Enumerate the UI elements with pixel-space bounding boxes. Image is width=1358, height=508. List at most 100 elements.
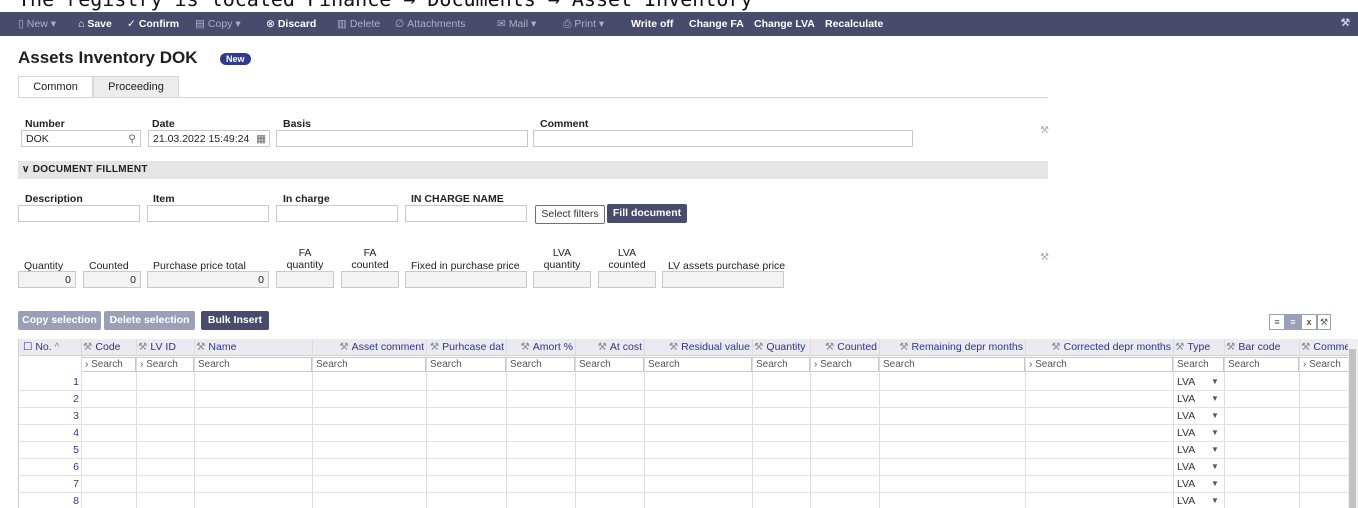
search-corrected[interactable]: › Search (1025, 357, 1173, 372)
search-name[interactable]: Search (194, 357, 312, 372)
dropdown-icon[interactable]: ▼ (1211, 374, 1219, 390)
table-row[interactable]: 3 LVA ▼ (19, 408, 1348, 425)
col-counted[interactable]: ⚒ Counted (810, 339, 879, 356)
in-charge-field[interactable] (276, 205, 398, 222)
scrollbar-thumb[interactable] (1349, 349, 1356, 508)
col-lv-id[interactable]: ⚒ LV ID (136, 339, 194, 356)
col-code[interactable]: ⚒ Code (81, 339, 136, 356)
tab-common[interactable]: Common (18, 76, 93, 98)
mail-button[interactable]: ✉ Mail ▾ (497, 18, 536, 30)
table-row[interactable]: 7 LVA ▼ (19, 476, 1348, 493)
dropdown-icon[interactable]: ▼ (1211, 493, 1219, 508)
search-counted[interactable]: › Search (810, 357, 879, 372)
type-select[interactable]: LVA ▼ (1173, 374, 1223, 390)
discard-button[interactable]: ⊗ Discard (266, 18, 316, 30)
table-row[interactable]: 4 LVA ▼ (19, 425, 1348, 442)
wrench-icon[interactable]: ⚒ (1341, 17, 1350, 29)
grid-view-icon[interactable]: ≡ (1285, 314, 1301, 330)
new-button[interactable]: ▯ New ▾ (18, 18, 56, 30)
type-select[interactable]: LVA ▼ (1173, 493, 1223, 508)
basis-field[interactable] (276, 130, 528, 147)
col-at-cost[interactable]: ⚒ At cost (575, 339, 644, 356)
col-quantity[interactable]: ⚒ Quantity (752, 339, 810, 356)
change-fa-button[interactable]: Change FA (689, 18, 744, 30)
recalculate-label: Recalculate (825, 18, 884, 30)
col-bar-code[interactable]: ⚒ Bar code (1224, 339, 1299, 356)
copy-selection-button[interactable]: Copy selection (18, 311, 101, 330)
dropdown-icon[interactable]: ▼ (1211, 425, 1219, 441)
search-lv-id[interactable]: › Search (136, 357, 194, 372)
change-lva-button[interactable]: Change LVA (754, 18, 815, 30)
search-amort[interactable]: Search (506, 357, 575, 372)
description-field[interactable] (18, 205, 140, 222)
checkbox-icon[interactable]: ☐ (23, 341, 32, 353)
attachments-button[interactable]: ∅ Attachments (395, 18, 466, 30)
dropdown-icon[interactable]: ▼ (1211, 442, 1219, 458)
table-row[interactable]: 2 LVA ▼ (19, 391, 1348, 408)
search-purchase-date[interactable]: Search (426, 357, 506, 372)
grid-scrollbar[interactable] (1348, 339, 1358, 508)
table-row[interactable]: 1 LVA ▼ (19, 374, 1348, 391)
wrench-icon[interactable]: ⚒ (1040, 125, 1049, 136)
date-value: 21.03.2022 15:49:24 (153, 133, 250, 145)
recalculate-button[interactable]: Recalculate (825, 18, 883, 30)
select-filters-button[interactable]: Select filters (535, 205, 605, 224)
search-remaining[interactable]: Search (879, 357, 1025, 372)
col-comment-label: Comme (1313, 341, 1348, 353)
delete-selection-button[interactable]: Delete selection (104, 311, 195, 330)
table-row[interactable]: 6 LVA ▼ (19, 459, 1348, 476)
col-comment[interactable]: ⚒ Comme (1299, 339, 1348, 356)
col-name[interactable]: ⚒ Name (194, 339, 312, 356)
wrench-icon[interactable]: ⚒ (1317, 314, 1331, 330)
date-field[interactable]: 21.03.2022 15:49:24 ▦ (148, 130, 270, 147)
type-select[interactable]: LVA ▼ (1173, 408, 1223, 424)
delete-button[interactable]: ▥ Delete (337, 18, 380, 30)
in-charge-name-field[interactable] (405, 205, 527, 222)
print-button[interactable]: ⎙ Print ▾ (563, 18, 604, 31)
search-asset-comment[interactable]: Search (312, 357, 426, 372)
document-fillment-section[interactable]: ∨ DOCUMENT FILLMENT (18, 161, 1048, 179)
type-select[interactable]: LVA ▼ (1173, 476, 1223, 492)
list-view-icon[interactable]: ≡ (1269, 314, 1285, 330)
search-code[interactable]: › Search (81, 357, 136, 372)
type-select[interactable]: LVA ▼ (1173, 425, 1223, 441)
type-select[interactable]: LVA ▼ (1173, 459, 1223, 475)
search-icon[interactable]: ⚲ (128, 132, 136, 146)
search-at-cost[interactable]: Search (575, 357, 644, 372)
item-field[interactable] (147, 205, 269, 222)
confirm-button[interactable]: ✓ Confirm (127, 18, 179, 30)
search-type[interactable]: Search (1173, 357, 1224, 372)
col-remaining-depr[interactable]: ⚒ Remaining depr months (879, 339, 1025, 356)
table-row[interactable]: 8 LVA ▼ (19, 493, 1348, 508)
fill-document-button[interactable]: Fill document (607, 204, 687, 223)
dropdown-icon[interactable]: ▼ (1211, 459, 1219, 475)
col-no[interactable]: ☐ No. ^ (21, 339, 81, 356)
dropdown-icon[interactable]: ▼ (1211, 476, 1219, 492)
calendar-icon[interactable]: ▦ (256, 132, 266, 146)
dropdown-icon[interactable]: ▼ (1211, 391, 1219, 407)
search-quantity[interactable]: Search (752, 357, 810, 372)
number-field[interactable]: DOK ⚲ (21, 130, 141, 147)
tab-proceeding[interactable]: Proceeding (93, 76, 179, 98)
table-row[interactable]: 5 LVA ▼ (19, 442, 1348, 459)
comment-field[interactable] (533, 130, 913, 147)
copy-button[interactable]: ▤ Copy ▾ (195, 18, 241, 30)
type-select[interactable]: LVA ▼ (1173, 442, 1223, 458)
col-residual-value[interactable]: ⚒ Residual value (644, 339, 752, 356)
save-button[interactable]: ⌂ Save (78, 18, 112, 30)
search-residual[interactable]: Search (644, 357, 752, 372)
search-comment[interactable]: › Search (1299, 357, 1348, 372)
bulk-insert-button[interactable]: Bulk Insert (201, 311, 269, 330)
write-off-button[interactable]: Write off (631, 18, 673, 30)
col-corrected-depr[interactable]: ⚒ Corrected depr months (1025, 339, 1173, 356)
type-select[interactable]: LVA ▼ (1173, 391, 1223, 407)
search-bar-code[interactable]: Search (1224, 357, 1299, 372)
col-type[interactable]: ⚒ Type (1173, 339, 1224, 356)
wrench-icon[interactable]: ⚒ (1040, 252, 1049, 263)
sort-asc-icon[interactable]: ^ (55, 341, 60, 353)
col-purchase-date[interactable]: ⚒ Purhcase dat (426, 339, 506, 356)
col-asset-comment[interactable]: ⚒ Asset comment (312, 339, 426, 356)
col-amort[interactable]: ⚒ Amort % (506, 339, 575, 356)
dropdown-icon[interactable]: ▼ (1211, 408, 1219, 424)
excel-icon[interactable]: x (1301, 314, 1317, 330)
